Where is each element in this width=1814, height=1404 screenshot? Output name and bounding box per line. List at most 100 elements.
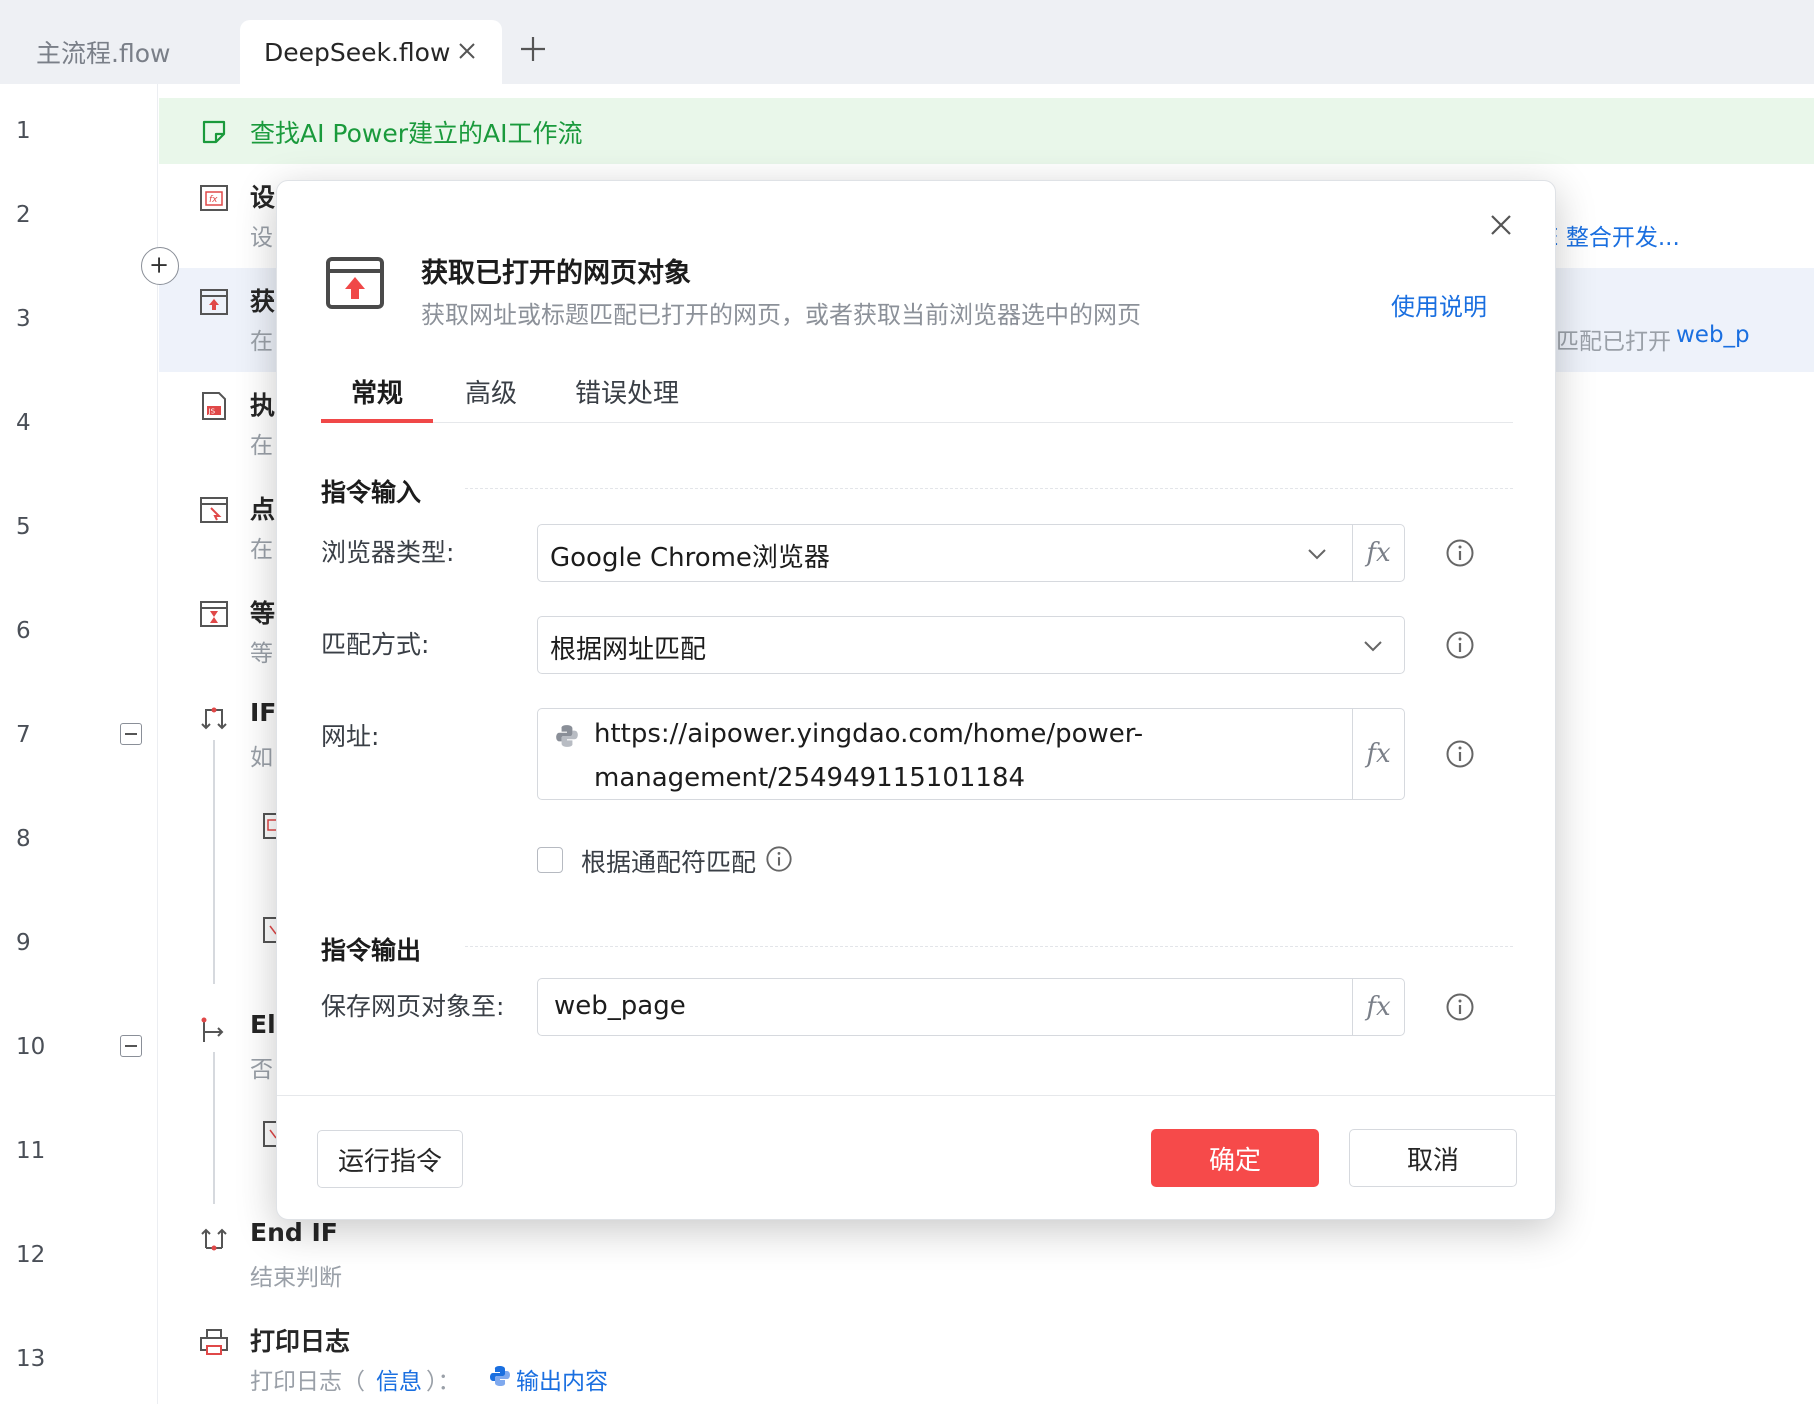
click-element-icon (200, 497, 228, 523)
row-title: El (250, 1010, 276, 1039)
collapse-else-toggle[interactable] (120, 1035, 142, 1057)
end-if-icon (201, 1228, 227, 1251)
line-number: 7 (16, 722, 31, 748)
save-to-label: 保存网页对象至: (321, 992, 505, 1021)
match-mode-label: 匹配方式: (321, 630, 430, 659)
row-subtitle: 等 (250, 641, 273, 667)
else-block-line (213, 1052, 215, 1204)
row-subtitle: 在 (250, 433, 273, 459)
tab-main-flow[interactable]: 主流程.flow (0, 20, 238, 84)
plus-icon (151, 257, 167, 273)
help-link[interactable]: 使用说明 (1391, 287, 1487, 322)
tab-bar: 主流程.flow DeepSeek.flow (0, 0, 1814, 84)
add-step-button[interactable] (141, 247, 179, 285)
output-content-link[interactable]: 输出内容 (516, 1362, 608, 1396)
browser-window-icon (326, 257, 384, 309)
info-icon[interactable] (1445, 538, 1475, 568)
wait-icon (200, 601, 228, 627)
url-value-line2: management/254949115101184 (594, 763, 1026, 793)
line-number: 5 (16, 514, 31, 540)
browser-type-label: 浏览器类型: (321, 538, 455, 567)
cancel-button[interactable]: 取消 (1349, 1129, 1517, 1187)
row-subtitle: 设 (250, 225, 273, 251)
active-tab-indicator (321, 419, 433, 423)
collapse-if-toggle[interactable] (120, 723, 142, 745)
dialog-title: 获取已打开的网页对象 (421, 258, 691, 289)
tab-main-flow-label: 主流程.flow (36, 39, 171, 68)
svg-text:JS: JS (208, 408, 216, 416)
row-subtitle: 如 (250, 745, 273, 771)
printer-icon (200, 1329, 228, 1355)
line-number: 1 (16, 118, 31, 144)
row-right-text: 匹配已打开 (1556, 329, 1671, 355)
match-mode-value: 根据网址匹配 (550, 635, 707, 665)
log-level-link[interactable]: 信息 (376, 1362, 422, 1396)
add-tab-icon[interactable] (518, 34, 548, 64)
line-number: 10 (16, 1034, 46, 1060)
python-icon (556, 725, 578, 747)
row-subtitle: 在 (250, 329, 273, 355)
tab-deepseek-flow[interactable]: DeepSeek.flow (240, 20, 502, 84)
row-subtitle-prefix: 打印日志（ (250, 1369, 365, 1395)
line-number: 6 (16, 618, 31, 644)
javascript-icon: JS (202, 392, 226, 420)
row-title: 等 (250, 599, 276, 628)
footer-divider (277, 1095, 1555, 1096)
info-icon[interactable] (1445, 630, 1475, 660)
line-number: 11 (16, 1138, 46, 1164)
url-value-line1: https://aipower.yingdao.com/home/power- (594, 719, 1144, 749)
fx-button[interactable]: fx (1352, 525, 1404, 581)
else-branch-icon (201, 1017, 224, 1042)
get-webpage-dialog: 获取已打开的网页对象 获取网址或标题匹配已打开的网页，或者获取当前浏览器选中的网… (276, 180, 1556, 1220)
python-icon (490, 1366, 510, 1386)
row-subtitle: 结束判断 (250, 1265, 342, 1291)
tab-error-handling[interactable]: 错误处理 (575, 373, 679, 410)
set-variable-icon: fx (200, 185, 228, 211)
fx-button[interactable]: fx (1352, 979, 1404, 1035)
section-input-title: 指令输入 (321, 478, 422, 507)
line-number: 8 (16, 826, 31, 852)
row-right-variable: web_p (1676, 322, 1750, 348)
line-number: 9 (16, 930, 31, 956)
url-input[interactable]: https://aipower.yingdao.com/home/power- … (537, 708, 1405, 800)
url-label: 网址: (321, 722, 380, 751)
row-title: End IF (250, 1218, 338, 1247)
tab-advanced[interactable]: 高级 (465, 373, 517, 410)
section-output-title: 指令输出 (321, 936, 422, 965)
line-number: 4 (16, 410, 31, 436)
save-to-value: web_page (554, 991, 686, 1021)
chevron-down-icon[interactable] (1306, 547, 1328, 561)
tab-deepseek-flow-label: DeepSeek.flow (264, 37, 451, 67)
confirm-button[interactable]: 确定 (1151, 1129, 1319, 1187)
browser-type-select[interactable]: Google Chrome浏览器 fx (537, 524, 1405, 582)
line-number: 3 (16, 306, 31, 332)
chevron-down-icon[interactable] (1362, 639, 1384, 653)
row-title: IF (250, 698, 277, 727)
info-icon[interactable] (1445, 992, 1475, 1022)
note-icon (202, 120, 226, 144)
fx-button[interactable]: fx (1352, 709, 1404, 799)
match-mode-select[interactable]: 根据网址匹配 (537, 616, 1405, 674)
if-branch-icon (201, 707, 227, 730)
close-tab-icon[interactable] (454, 38, 480, 64)
browser-type-value: Google Chrome浏览器 (550, 543, 830, 573)
line-number: 13 (16, 1346, 46, 1372)
row-subtitle: 在 (250, 537, 273, 563)
row-title: 打印日志 (250, 1327, 351, 1356)
info-icon[interactable] (1445, 739, 1475, 769)
info-icon[interactable] (765, 845, 793, 873)
section-divider (465, 488, 1513, 489)
row-title: 设 (250, 183, 276, 212)
row-subtitle: 否 (250, 1057, 273, 1083)
if-block-line (213, 740, 215, 984)
wildcard-checkbox[interactable] (537, 847, 563, 873)
save-to-input[interactable]: web_page fx (537, 978, 1405, 1036)
browser-window-icon (200, 289, 228, 315)
run-command-button[interactable]: 运行指令 (317, 1130, 463, 1188)
dialog-description: 获取网址或标题匹配已打开的网页，或者获取当前浏览器选中的网页 (421, 301, 1141, 329)
comment-text: 查找AI Power建立的AI工作流 (250, 119, 583, 148)
tab-general[interactable]: 常规 (351, 373, 403, 410)
row-subtitle-mid: ）： (426, 1369, 461, 1395)
section-divider (465, 946, 1513, 947)
close-icon[interactable] (1487, 211, 1515, 239)
